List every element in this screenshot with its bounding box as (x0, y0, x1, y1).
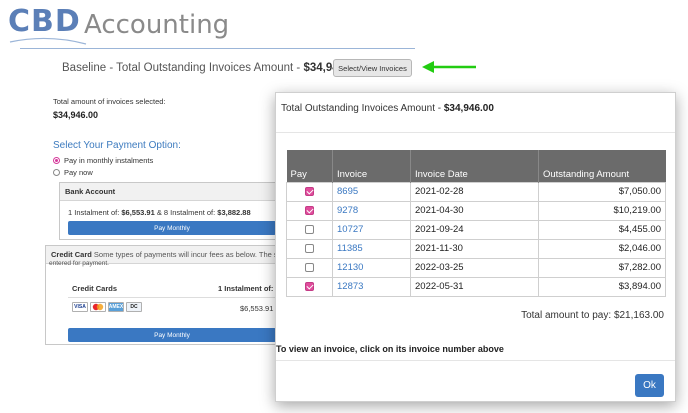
pay-cell (286, 200, 333, 221)
outstanding-amount-cell: $4,455.00 (538, 219, 666, 240)
modal-header-divider (276, 132, 675, 133)
radio-monthly-icon[interactable] (53, 157, 60, 164)
table-row: 8695 2021-02-28 $7,050.00 (286, 181, 666, 202)
col-invoice-date: Invoice Date (410, 150, 539, 182)
bank-instalment-line: 1 Instalment of: $6,553.91 & 8 Instalmen… (68, 208, 251, 217)
view-invoice-note: To view an invoice, click on its invoice… (276, 344, 504, 354)
pay-cell (286, 181, 333, 202)
credit-card-divider (68, 297, 276, 298)
credit-cards-col-header: Credit Cards (72, 284, 118, 293)
modal-title: Total Outstanding Invoices Amount - $34,… (281, 103, 494, 114)
instalment-col-header: 1 Instalment of: (218, 284, 274, 293)
invoice-number-link[interactable]: 10727 (332, 219, 411, 240)
outstanding-amount-cell: $7,282.00 (538, 257, 666, 278)
outstanding-amount-cell: $7,050.00 (538, 181, 666, 202)
credit-card-amount: $6,553.91 (240, 304, 274, 313)
bank-line-prefix: 1 Instalment of: (68, 208, 122, 217)
visa-card-icon: VISA (72, 302, 88, 312)
header-divider (20, 48, 415, 49)
select-view-invoices-button[interactable]: Select/View Invoices (333, 59, 412, 77)
radio-pay-now-label: Pay now (64, 168, 93, 177)
bank-line-amount1: $6,553.91 (121, 208, 155, 217)
bank-line-amount2: $3,882.88 (217, 208, 251, 217)
table-row: 9278 2021-04-30 $10,219.00 (286, 200, 666, 221)
mastercard-icon (90, 302, 106, 312)
invoice-number-link[interactable]: 12873 (332, 276, 411, 297)
pay-checkbox[interactable] (305, 205, 314, 215)
invoice-date-cell: 2021-11-30 (410, 238, 539, 259)
credit-card-title: Credit Card (51, 250, 92, 259)
pay-checkbox[interactable] (305, 243, 314, 253)
credit-pay-monthly-button[interactable]: Pay Monthly (68, 328, 276, 342)
credit-card-note2: entered for payment. (49, 260, 109, 267)
bank-account-title: Bank Account (60, 183, 288, 201)
pay-cell (286, 276, 333, 297)
logo-accounting-text: Accounting (84, 10, 230, 40)
diners-card-icon: DC (126, 302, 142, 312)
radio-pay-now-icon[interactable] (53, 169, 60, 176)
invoice-number-link[interactable]: 8695 (332, 181, 411, 202)
invoice-date-cell: 2021-09-24 (410, 219, 539, 240)
pay-cell (286, 219, 333, 240)
pay-cell (286, 238, 333, 259)
baseline-label: Baseline (62, 62, 107, 74)
col-pay: Pay (286, 150, 333, 182)
card-logos: VISA AMEX DC (72, 302, 142, 312)
invoices-table-body: 8695 2021-02-28 $7,050.00 9278 2021-04-30 $10… (286, 181, 666, 297)
total-to-pay-label: Total amount to pay: (521, 310, 612, 321)
pay-checkbox[interactable] (305, 186, 314, 196)
pay-checkbox[interactable] (305, 281, 314, 291)
invoice-date-cell: 2022-03-25 (410, 257, 539, 278)
outstanding-amount-cell: $10,219.00 (538, 200, 666, 221)
payment-option-title: Select Your Payment Option: (53, 140, 181, 151)
table-row: 12873 2022-05-31 $3,894.00 (286, 276, 666, 297)
total-selected-label: Total amount of invoices selected: (53, 97, 166, 106)
invoice-date-cell: 2021-02-28 (410, 181, 539, 202)
baseline-summary: Baseline - Total Outstanding Invoices Am… (62, 62, 361, 74)
col-outstanding-amount: Outstanding Amount (538, 150, 666, 182)
amex-card-icon: AMEX (108, 302, 124, 312)
table-row: 11385 2021-11-30 $2,046.00 (286, 238, 666, 259)
invoices-modal: Total Outstanding Invoices Amount - $34,… (275, 92, 676, 402)
credit-card-note: Some types of payments will incur fees a… (91, 250, 288, 259)
pay-cell (286, 257, 333, 278)
table-row: 12130 2022-03-25 $7,282.00 (286, 257, 666, 278)
invoice-number-link[interactable]: 11385 (332, 238, 411, 259)
logo-cbd-text: CBD (8, 4, 81, 39)
outstanding-amount-cell: $2,046.00 (538, 238, 666, 259)
table-header-row: Pay Invoice Invoice Date Outstanding Amo… (286, 150, 666, 182)
invoice-number-link[interactable]: 12130 (332, 257, 411, 278)
radio-pay-now[interactable]: Pay now (53, 168, 93, 177)
col-invoice: Invoice (332, 150, 411, 182)
baseline-text: - Total Outstanding Invoices Amount - (106, 62, 304, 74)
bank-pay-monthly-button[interactable]: Pay Monthly (68, 221, 276, 235)
radio-monthly-label: Pay in monthly instalments (64, 156, 154, 165)
invoice-date-cell: 2021-04-30 (410, 200, 539, 221)
pay-checkbox[interactable] (305, 224, 314, 234)
modal-footer-divider (276, 360, 675, 361)
invoices-table: Pay Invoice Invoice Date Outstanding Amo… (286, 150, 666, 297)
pay-checkbox[interactable] (305, 262, 314, 272)
total-selected-value: $34,946.00 (53, 110, 99, 120)
green-arrow-icon (422, 61, 476, 73)
bank-line-mid: & 8 Instalment of: (154, 208, 218, 217)
table-row: 10727 2021-09-24 $4,455.00 (286, 219, 666, 240)
invoice-number-link[interactable]: 9278 (332, 200, 411, 221)
invoice-date-cell: 2022-05-31 (410, 276, 539, 297)
outstanding-amount-cell: $3,894.00 (538, 276, 666, 297)
total-to-pay-value: $21,163.00 (613, 310, 664, 321)
total-to-pay: Total amount to pay: $21,163.00 (521, 310, 664, 321)
radio-monthly[interactable]: Pay in monthly instalments (53, 156, 153, 165)
app-root: CBD Accounting Baseline - Total Outstand… (0, 0, 688, 413)
ok-button[interactable]: Ok (635, 374, 664, 397)
modal-title-prefix: Total Outstanding Invoices Amount - (281, 103, 444, 114)
modal-title-amount: $34,946.00 (443, 103, 494, 114)
